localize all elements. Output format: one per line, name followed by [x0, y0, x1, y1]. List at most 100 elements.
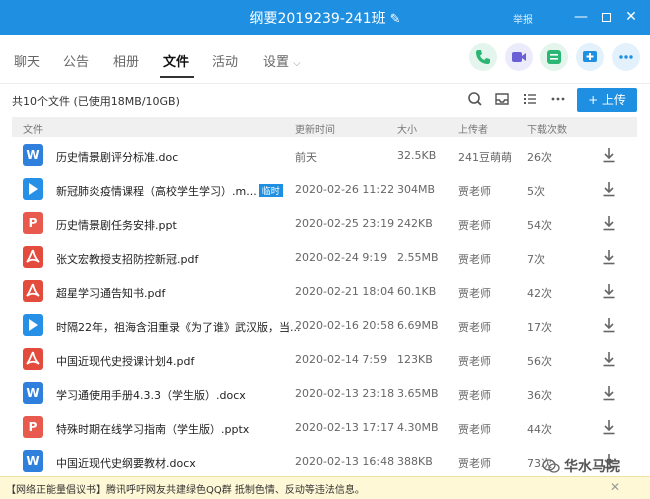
- active-tab-indicator: [160, 76, 194, 78]
- download-icon[interactable]: [602, 181, 616, 197]
- file-size: 6.69MB: [397, 319, 439, 332]
- file-name-text: 特殊时期在线学习指南（学生版）.pptx: [56, 423, 250, 436]
- file-size: 3.65MB: [397, 387, 439, 400]
- update-time: 2020-02-16 20:58: [295, 319, 395, 332]
- wechat-icon: [542, 459, 560, 473]
- uploader-name[interactable]: 贾老师: [458, 251, 491, 267]
- file-name-text: 时隔22年，祖海含泪重录《为了谁》武汉版，当...: [56, 321, 301, 334]
- file-name[interactable]: 张文宏教授支招防控新冠.pdf: [56, 251, 198, 267]
- file-size: 242KB: [397, 217, 433, 230]
- tab-announcements[interactable]: 公告: [63, 51, 89, 70]
- doc-file-icon: W: [23, 144, 43, 166]
- close-button[interactable]: ✕: [620, 6, 642, 28]
- file-name[interactable]: 超星学习通告知书.pdf: [56, 285, 165, 301]
- inbox-icon[interactable]: [493, 90, 511, 108]
- classroom-icon[interactable]: [540, 43, 568, 71]
- file-name[interactable]: 新冠肺炎疫情课程（高校学生学习）.m... 临时: [56, 183, 283, 199]
- header-size[interactable]: 大小: [397, 121, 417, 136]
- tab-album[interactable]: 相册: [113, 51, 139, 70]
- uploader-name[interactable]: 贾老师: [458, 217, 491, 233]
- table-row[interactable]: 中国近现代史授课计划4.pdf 2020-02-14 7:59 123KB 贾老师 56…: [12, 343, 637, 377]
- file-name-text: 超星学习通告知书.pdf: [56, 287, 166, 300]
- file-name[interactable]: 学习通使用手册4.3.3（学生版）.docx: [56, 387, 246, 403]
- uploader-name[interactable]: 贾老师: [458, 421, 491, 437]
- table-row[interactable]: 新冠肺炎疫情课程（高校学生学习）.m... 临时 2020-02-26 11:22 3…: [12, 173, 637, 207]
- report-link[interactable]: 举报: [513, 11, 533, 26]
- download-count: 36次: [527, 389, 552, 402]
- update-time: 前天: [295, 151, 317, 164]
- file-name[interactable]: 特殊时期在线学习指南（学生版）.pptx: [56, 421, 249, 437]
- update-time: 2020-02-26 11:22: [295, 183, 395, 196]
- pdf-file-icon: [23, 280, 43, 302]
- header-time[interactable]: 更新时间: [295, 121, 335, 136]
- uploader-name[interactable]: 贾老师: [458, 183, 491, 199]
- download-count: 42次: [527, 287, 552, 300]
- doc-file-icon: W: [23, 450, 43, 472]
- chevron-down-icon: ⌵: [293, 58, 301, 69]
- close-icon[interactable]: ✕: [610, 480, 620, 494]
- search-icon[interactable]: [466, 90, 484, 108]
- notice-text[interactable]: 【网络正能量倡议书】腾讯呼吁网友共建绿色QQ群 抵制色情、反动等违法信息。: [6, 481, 365, 496]
- header-downloads[interactable]: 下载次数: [527, 121, 567, 136]
- uploader-name[interactable]: 贾老师: [458, 353, 491, 369]
- uploader-name[interactable]: 贾老师: [458, 285, 491, 301]
- download-icon[interactable]: [602, 283, 616, 299]
- video-file-icon: [23, 178, 43, 200]
- title-bar: 纲要2019239-241班 ✎ 举报 — ✕: [0, 0, 650, 35]
- update-time: 2020-02-14 7:59: [295, 353, 388, 366]
- download-count: 26次: [527, 151, 552, 164]
- more-options-icon[interactable]: [549, 90, 567, 108]
- download-icon[interactable]: [602, 385, 616, 401]
- download-icon[interactable]: [602, 317, 616, 333]
- file-name[interactable]: 中国近现代史授课计划4.pdf: [56, 353, 194, 369]
- share-screen-icon[interactable]: [576, 43, 604, 71]
- file-name[interactable]: 历史情景剧评分标准.doc: [56, 149, 178, 165]
- watermark-text: 华水马院: [564, 459, 620, 475]
- tab-files[interactable]: 文件: [163, 51, 189, 70]
- uploader-name[interactable]: 贾老师: [458, 319, 491, 335]
- maximize-button[interactable]: [595, 6, 617, 28]
- uploader-name[interactable]: 贾老师: [458, 455, 491, 471]
- table-row[interactable]: 超星学习通告知书.pdf 2020-02-21 18:04 60.1KB 贾老师 42次: [12, 275, 637, 309]
- table-row[interactable]: 时隔22年，祖海含泪重录《为了谁》武汉版，当... 2020-02-16 20:5…: [12, 309, 637, 343]
- minimize-button[interactable]: —: [570, 6, 592, 28]
- file-name-text: 新冠肺炎疫情课程（高校学生学习）.m...: [56, 185, 257, 198]
- table-row[interactable]: P 历史情景剧任务安排.ppt 2020-02-25 23:19 242KB 贾老师 54…: [12, 207, 637, 241]
- update-time: 2020-02-13 16:48: [295, 455, 395, 468]
- download-icon[interactable]: [602, 351, 616, 367]
- uploader-name[interactable]: 241豆萌萌: [458, 149, 512, 165]
- file-size: 388KB: [397, 455, 433, 468]
- update-time: 2020-02-24 9:19: [295, 251, 388, 264]
- update-time: 2020-02-21 18:04: [295, 285, 395, 298]
- tab-chat[interactable]: 聊天: [14, 51, 40, 70]
- edit-icon[interactable]: ✎: [390, 12, 401, 27]
- file-name[interactable]: 时隔22年，祖海含泪重录《为了谁》武汉版，当...: [56, 319, 301, 335]
- tab-activities[interactable]: 活动: [212, 51, 238, 70]
- file-name-text: 中国近现代史纲要教材.docx: [56, 457, 196, 470]
- download-icon[interactable]: [602, 249, 616, 265]
- table-row[interactable]: W 学习通使用手册4.3.3（学生版）.docx 2020-02-13 23:18 3…: [12, 377, 637, 411]
- download-icon[interactable]: [602, 215, 616, 231]
- header-name[interactable]: 文件: [23, 121, 43, 136]
- table-row[interactable]: W 历史情景剧评分标准.doc 前天 32.5KB 241豆萌萌 26次: [12, 139, 637, 173]
- file-name-text: 学习通使用手册4.3.3（学生版）.docx: [56, 389, 246, 402]
- download-icon[interactable]: [602, 419, 616, 435]
- download-icon[interactable]: [602, 147, 616, 163]
- file-name[interactable]: 中国近现代史纲要教材.docx: [56, 455, 196, 471]
- header-uploader[interactable]: 上传者: [458, 121, 488, 136]
- phone-icon[interactable]: [469, 43, 497, 71]
- video-file-icon: [23, 314, 43, 336]
- file-size: 60.1KB: [397, 285, 437, 298]
- uploader-name[interactable]: 贾老师: [458, 387, 491, 403]
- table-row[interactable]: P 特殊时期在线学习指南（学生版）.pptx 2020-02-13 17:17 4.3…: [12, 411, 637, 445]
- group-name: 纲要2019239-241班: [249, 11, 386, 27]
- table-row[interactable]: 张文宏教授支招防控新冠.pdf 2020-02-24 9:19 2.55MB 贾老师 7…: [12, 241, 637, 275]
- video-icon[interactable]: [505, 43, 533, 71]
- more-icon[interactable]: [612, 43, 640, 71]
- list-view-icon[interactable]: [521, 90, 539, 108]
- file-name[interactable]: 历史情景剧任务安排.ppt: [56, 217, 177, 233]
- upload-button[interactable]: + 上传: [577, 88, 637, 112]
- file-name-text: 张文宏教授支招防控新冠.pdf: [56, 253, 199, 266]
- tab-settings[interactable]: 设置 ⌵: [263, 51, 301, 70]
- update-time: 2020-02-25 23:19: [295, 217, 395, 230]
